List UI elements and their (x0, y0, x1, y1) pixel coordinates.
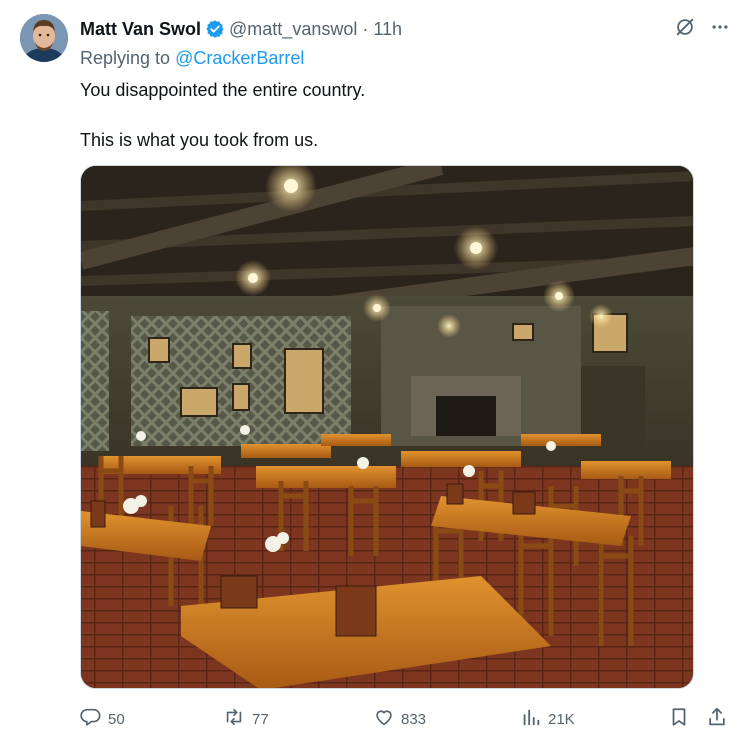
bookmark-button[interactable] (668, 706, 690, 732)
tweet-content: Matt Van Swol @matt_vanswol · 11h Replyi… (80, 14, 694, 152)
timestamp[interactable]: 11h (373, 19, 402, 40)
views-icon (520, 706, 542, 732)
repost-icon (222, 706, 246, 732)
repost-button[interactable]: 77 (222, 706, 269, 732)
tweet-text-line: You disappointed the entire country. (80, 80, 366, 100)
bookmark-icon (668, 706, 690, 732)
top-actions (674, 16, 730, 43)
tweet[interactable]: Matt Van Swol @matt_vanswol · 11h Replyi… (0, 0, 744, 749)
tweet-text: You disappointed the entire country. Thi… (80, 78, 694, 152)
share-icon (706, 706, 728, 732)
display-name[interactable]: Matt Van Swol (80, 19, 201, 40)
tweet-text-line: This is what you took from us. (80, 130, 319, 150)
more-icon[interactable] (710, 17, 730, 42)
reply-prefix: Replying to (80, 48, 176, 68)
separator-dot: · (362, 18, 369, 39)
like-button[interactable]: 833 (373, 706, 426, 732)
tweet-photo[interactable] (80, 165, 694, 689)
handle[interactable]: @matt_vanswol (229, 19, 357, 40)
verified-badge-icon[interactable] (205, 19, 225, 39)
like-count: 833 (401, 710, 427, 728)
reply-context: Replying to @CrackerBarrel (80, 44, 694, 72)
share-button[interactable] (706, 706, 728, 732)
views-count: 21K (548, 710, 575, 728)
tweet-header: Matt Van Swol @matt_vanswol · 11h (80, 14, 694, 44)
tweet-actions: 50 77 833 21K (80, 705, 730, 733)
reply-mention-link[interactable]: @CrackerBarrel (175, 48, 304, 68)
repost-count: 77 (252, 710, 269, 728)
photo-restaurant-interior (81, 166, 693, 688)
heart-icon (373, 706, 395, 732)
grok-icon[interactable] (674, 16, 696, 43)
avatar[interactable] (20, 14, 68, 62)
views-button[interactable]: 21K (520, 706, 575, 732)
reply-button[interactable]: 50 (80, 706, 125, 732)
reply-count: 50 (108, 710, 125, 728)
reply-icon (80, 706, 102, 732)
